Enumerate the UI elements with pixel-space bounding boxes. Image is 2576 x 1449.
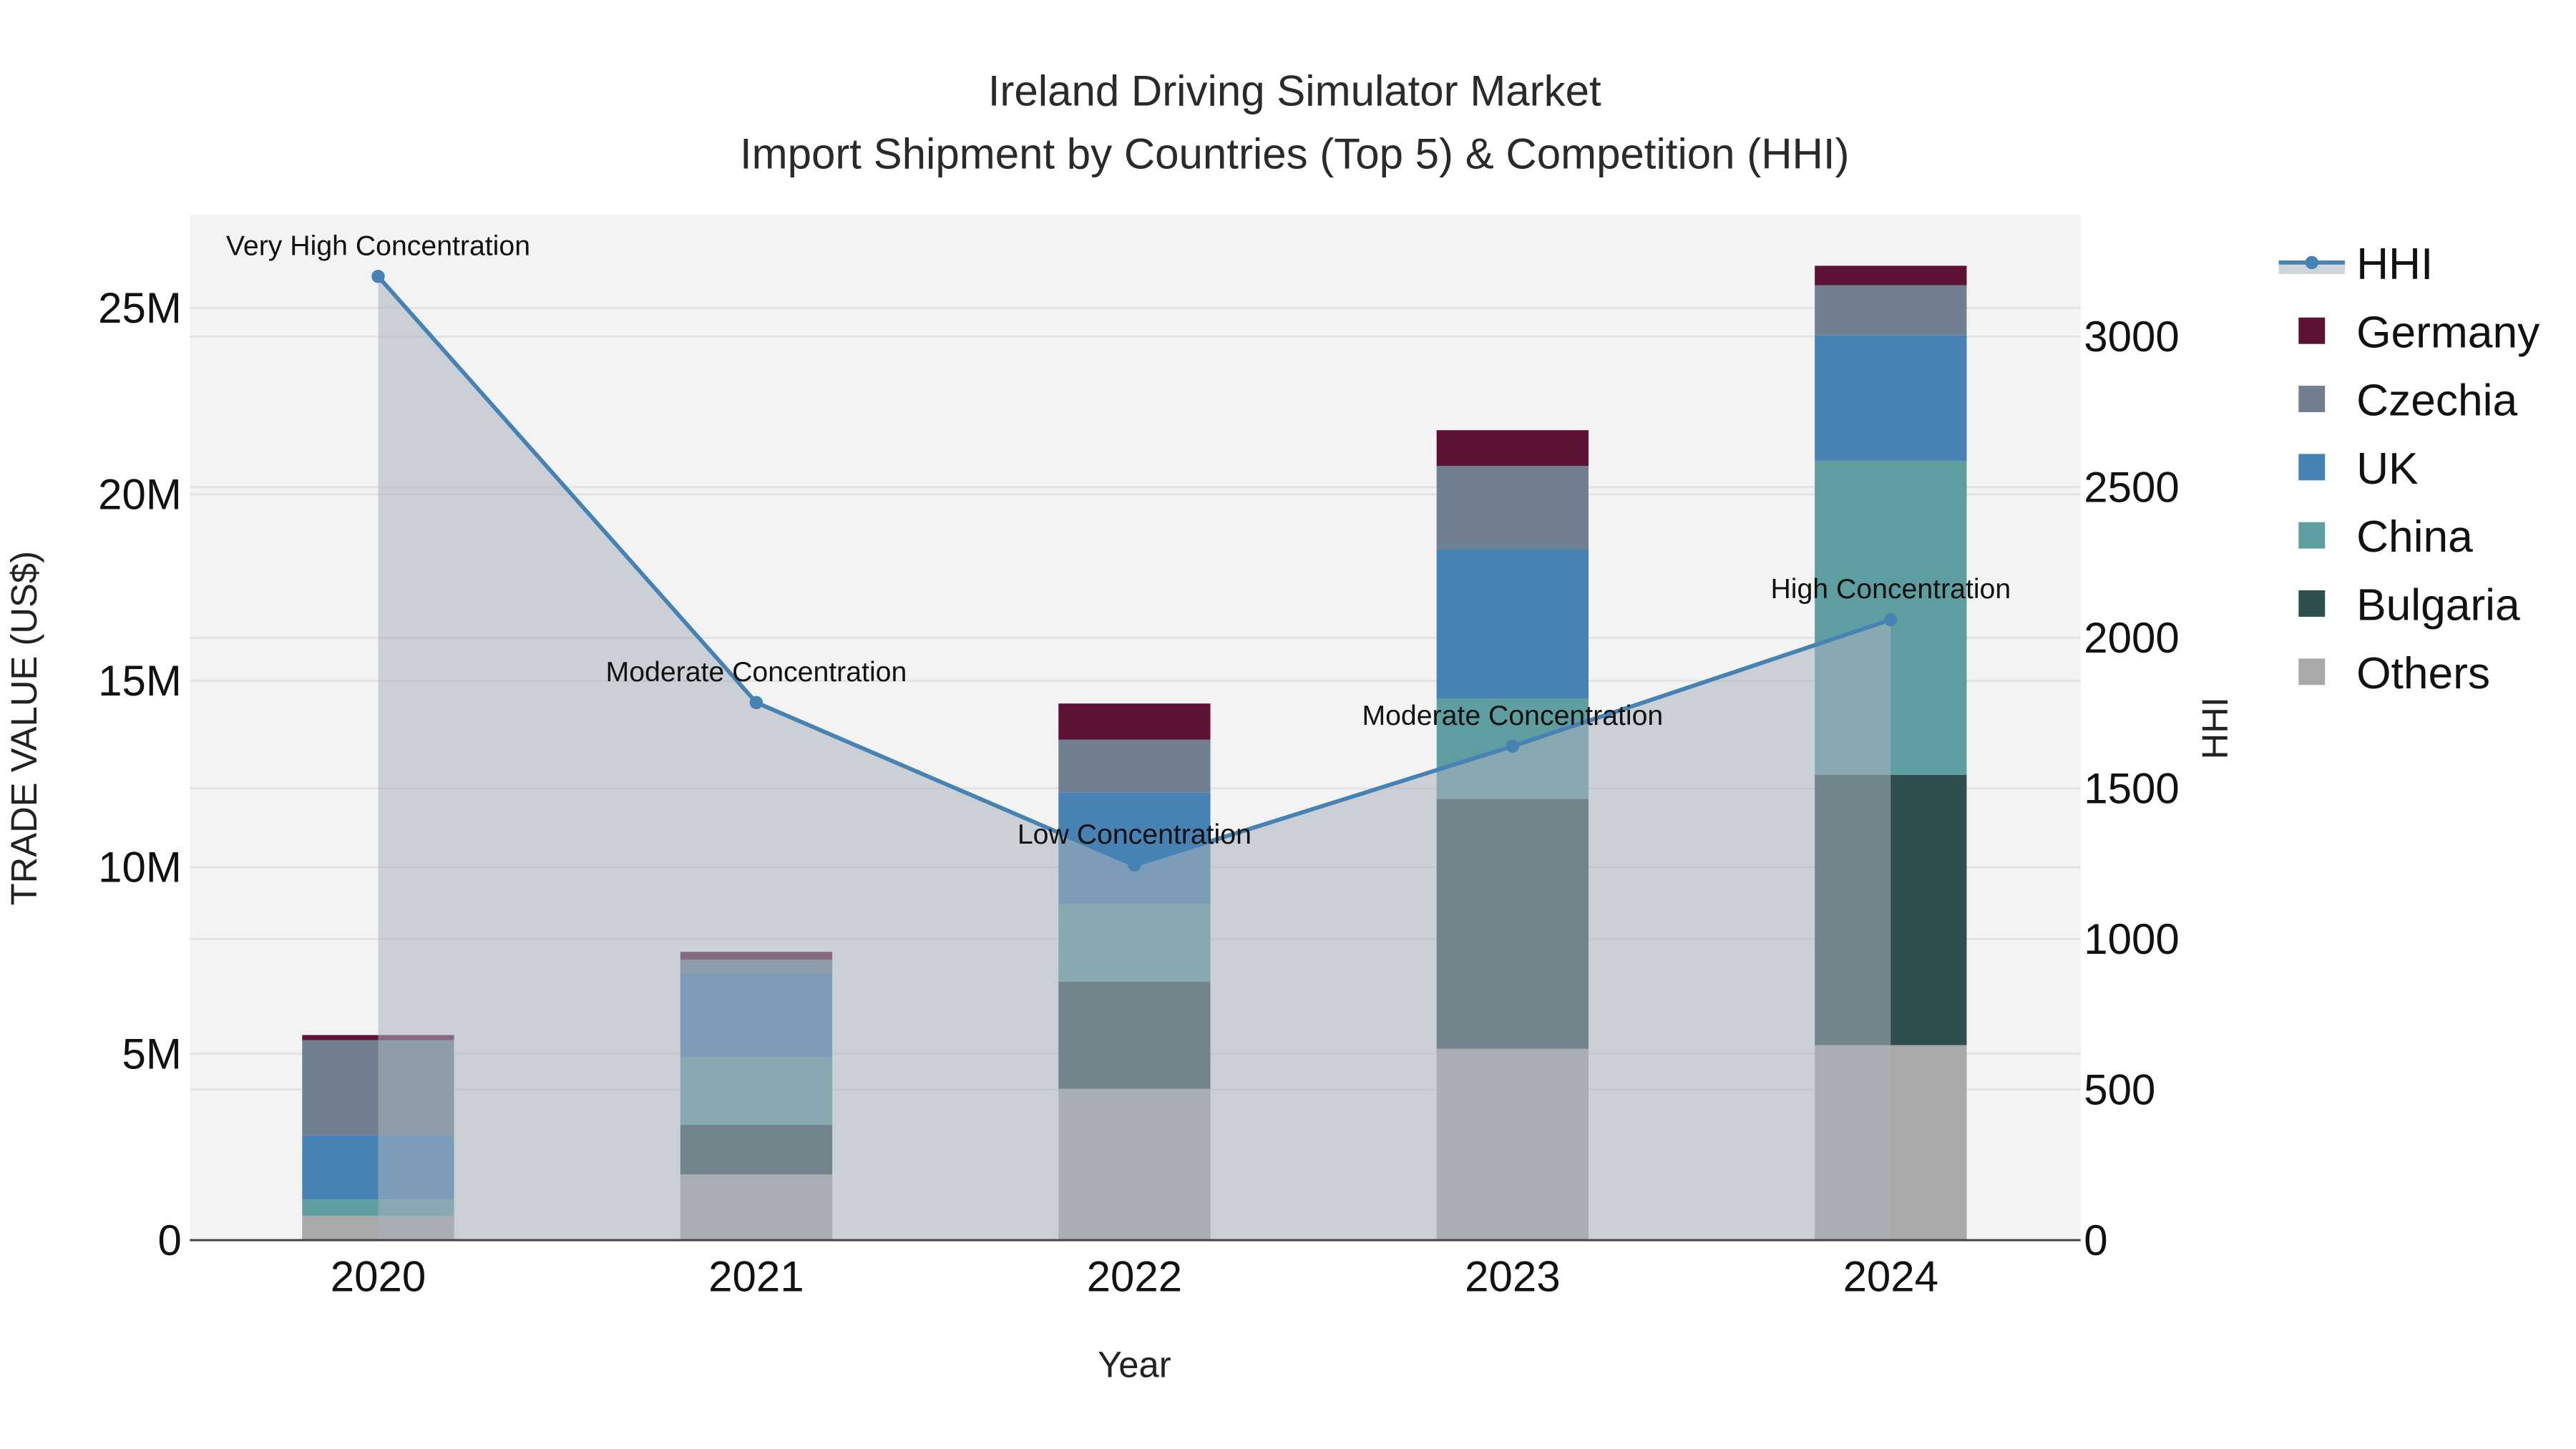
legend: HHI Germany Czechia UK China Bulgaria Others <box>2278 240 2540 698</box>
legend-label-bulgaria: Bulgaria <box>2356 581 2520 630</box>
hhi-annotation: Very High Concentration <box>226 230 530 261</box>
y2-axis-label: HHI <box>2195 697 2235 759</box>
legend-label-others: Others <box>2356 649 2490 698</box>
bar-uk-2023 <box>1436 549 1589 699</box>
x-tick-label: 2021 <box>708 1253 804 1301</box>
bar-germany-2022 <box>1058 703 1211 740</box>
legend-swatch-germany <box>2298 317 2326 344</box>
y-axis-ticks: 0 5M 10M 15M 20M 25M <box>98 284 182 1264</box>
chart-subtitle: Import Shipment by Countries (Top 5) & C… <box>740 130 1850 177</box>
y2-tick-label: 1500 <box>2084 765 2179 813</box>
bar-germany-2024 <box>1815 265 1967 286</box>
hhi-annotation: Low Concentration <box>1018 819 1252 850</box>
legend-hhi-marker <box>2305 255 2318 270</box>
legend-label-hhi: HHI <box>2356 240 2433 289</box>
x-tick-label: 2024 <box>1843 1253 1938 1301</box>
chart: Ireland Driving Simulator Market Import … <box>4 67 2540 1385</box>
chart-title: Ireland Driving Simulator Market <box>988 67 1601 115</box>
bar-germany-2023 <box>1436 430 1589 467</box>
y-tick-label: 5M <box>122 1030 181 1078</box>
hhi-point-2024 <box>1884 613 1898 627</box>
x-tick-label: 2023 <box>1465 1253 1560 1301</box>
y-tick-label: 20M <box>98 471 182 519</box>
hhi-annotation: Moderate Concentration <box>606 656 907 688</box>
y-tick-label: 0 <box>157 1216 181 1264</box>
legend-label-czechia: Czechia <box>2356 376 2517 426</box>
legend-label-china: China <box>2356 512 2473 562</box>
legend-swatch-bulgaria <box>2298 590 2326 617</box>
y2-axis-ticks: 0 500 1000 1500 2000 2500 3000 <box>2084 313 2179 1264</box>
hhi-point-2020 <box>371 270 385 283</box>
bar-uk-2024 <box>1815 335 1967 461</box>
x-axis-ticks: 2020 2021 2022 2023 2024 <box>331 1253 1938 1301</box>
legend-swatch-uk <box>2298 454 2326 481</box>
bar-czechia-2023 <box>1436 466 1589 550</box>
hhi-annotation: Moderate Concentration <box>1362 700 1663 731</box>
y-tick-label: 10M <box>98 844 182 892</box>
x-axis-label: Year <box>1098 1345 1171 1385</box>
x-tick-label: 2020 <box>331 1253 426 1301</box>
y-tick-label: 15M <box>98 657 182 705</box>
y2-tick-label: 1000 <box>2084 915 2179 963</box>
legend-label-germany: Germany <box>2356 308 2540 357</box>
y2-tick-label: 2500 <box>2084 464 2179 512</box>
y2-tick-label: 2000 <box>2084 614 2179 662</box>
legend-swatch-others <box>2298 658 2326 686</box>
y2-tick-label: 500 <box>2084 1065 2155 1113</box>
x-tick-label: 2022 <box>1087 1253 1182 1301</box>
legend-label-uk: UK <box>2356 444 2419 494</box>
bar-czechia-2022 <box>1058 739 1211 793</box>
y-axis-label: TRADE VALUE (US$) <box>4 551 44 905</box>
y2-tick-label: 3000 <box>2084 313 2179 361</box>
bar-czechia-2024 <box>1815 285 1967 336</box>
hhi-point-2022 <box>1128 858 1141 872</box>
hhi-annotation: High Concentration <box>1770 573 2011 605</box>
hhi-point-2023 <box>1506 739 1520 753</box>
hhi-point-2021 <box>749 696 763 710</box>
y2-tick-label: 0 <box>2084 1216 2107 1264</box>
legend-swatch-czechia <box>2298 386 2326 412</box>
legend-swatch-china <box>2298 522 2326 549</box>
y-tick-label: 25M <box>98 284 182 332</box>
